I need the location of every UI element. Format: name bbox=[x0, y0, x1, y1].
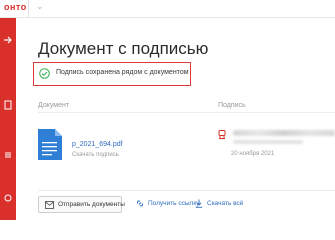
chevron-down-icon[interactable]: ⌄ bbox=[36, 1, 44, 12]
arrow-right-icon[interactable] bbox=[3, 35, 13, 45]
success-message: Подпись сохранена рядом с документом bbox=[56, 69, 189, 76]
document-file-link[interactable]: p_2021_694.pdf bbox=[72, 141, 123, 148]
download-signature-link[interactable]: Скачать подпись bbox=[72, 152, 119, 158]
get-link-label: Получить ссылку bbox=[148, 200, 200, 207]
signer-name-redacted bbox=[233, 130, 335, 136]
download-all-label: Скачать всё bbox=[207, 200, 244, 207]
signer-details-redacted bbox=[233, 140, 303, 144]
signature-column-label: Подпись bbox=[218, 102, 246, 109]
document-column-label: Документ bbox=[38, 102, 70, 109]
document-icon[interactable] bbox=[3, 100, 13, 110]
brand-logo[interactable]: онто bbox=[4, 2, 27, 12]
link-icon bbox=[137, 200, 143, 207]
settings-icon[interactable] bbox=[3, 193, 13, 203]
sidebar bbox=[0, 18, 16, 220]
send-documents-button[interactable]: Отправить документы bbox=[38, 196, 125, 213]
pdf-file-icon[interactable] bbox=[38, 129, 62, 160]
top-bar: онто ⌄ bbox=[0, 0, 335, 18]
page-title: Документ с подписью bbox=[38, 39, 209, 58]
signature-seal-icon bbox=[218, 130, 226, 139]
send-documents-label: Отправить документы bbox=[58, 201, 125, 208]
signature-date: 20 ноября 2021 bbox=[231, 151, 275, 157]
footer-divider bbox=[38, 190, 335, 191]
download-icon bbox=[195, 199, 203, 208]
success-notice: Подпись сохранена рядом с документом bbox=[33, 62, 191, 86]
topbar-divider bbox=[28, 0, 29, 17]
check-circle-icon bbox=[39, 68, 50, 79]
header-divider bbox=[38, 112, 335, 113]
list-icon[interactable] bbox=[3, 150, 13, 160]
envelope-icon bbox=[45, 201, 54, 209]
